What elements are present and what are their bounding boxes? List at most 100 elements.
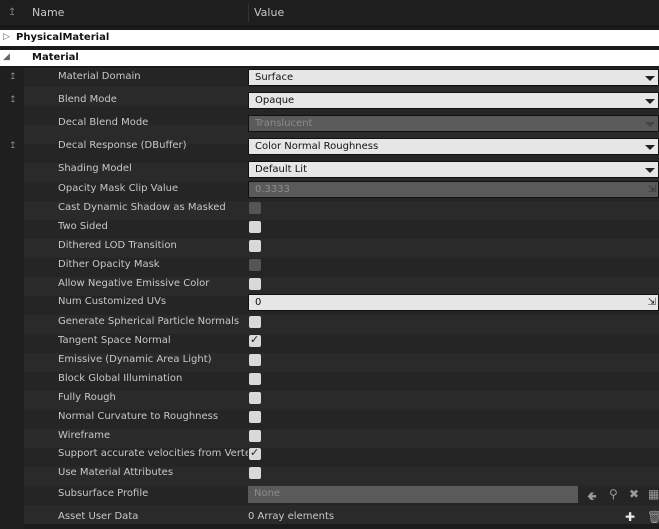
chevron-down-icon <box>645 76 655 81</box>
row-blend-mode: ↥ Blend Mode Opaque <box>0 91 659 110</box>
shading-model-dropdown[interactable]: Default Lit <box>248 161 659 178</box>
row-wireframe: Wireframe <box>0 427 659 446</box>
use-material-attributes-checkbox[interactable] <box>249 467 261 479</box>
row-asset-user-data: Asset User Data 0 Array elements ✚ 🗑 <box>0 508 659 527</box>
row-support-velocities: Support accurate velocities from Vertex … <box>0 445 659 464</box>
property-label: Block Global Illumination <box>58 373 183 384</box>
dropdown-value: Translucent <box>255 118 313 129</box>
property-label: Tangent Space Normal <box>58 335 171 346</box>
check-icon: ✓ <box>250 446 260 459</box>
cast-dynamic-shadow-checkbox <box>249 202 261 214</box>
property-label: Blend Mode <box>58 94 117 105</box>
blend-mode-dropdown[interactable]: Opaque <box>248 92 659 109</box>
wireframe-checkbox[interactable] <box>249 430 261 442</box>
property-label: Use Material Attributes <box>58 467 174 478</box>
support-velocities-checkbox[interactable]: ✓ <box>249 446 261 460</box>
row-fully-rough: Fully Rough <box>0 389 659 408</box>
property-label: Dither Opacity Mask <box>58 259 160 270</box>
details-header: ↥ Name Value <box>0 0 659 27</box>
value-column-header: Value <box>254 6 285 19</box>
chevron-down-icon <box>645 168 655 173</box>
grid-icon[interactable]: ▦ <box>648 487 659 501</box>
resize-grip-icon: ⇲ <box>647 297 656 308</box>
property-label: Wireframe <box>58 430 111 441</box>
property-label: Num Customized UVs <box>58 296 167 307</box>
chevron-down-icon <box>645 145 655 150</box>
row-tangent-space-normal: Tangent Space Normal ✓ <box>0 332 659 351</box>
property-label: Support accurate velocities from Vertex … <box>58 448 248 459</box>
allow-negative-emissive-checkbox[interactable] <box>249 278 261 290</box>
pin-icon[interactable]: ↥ <box>9 141 19 151</box>
property-label: Subsurface Profile <box>58 488 149 499</box>
asset-value: None <box>254 488 281 499</box>
row-shading-model: Shading Model Default Lit <box>0 160 659 179</box>
row-normal-curvature: Normal Curvature to Roughness <box>0 408 659 427</box>
property-label: Decal Response (DBuffer) <box>58 140 187 151</box>
property-label: Emissive (Dynamic Area Light) <box>58 354 212 365</box>
block-gi-checkbox[interactable] <box>249 373 261 385</box>
fully-rough-checkbox[interactable] <box>249 392 261 404</box>
material-domain-dropdown[interactable]: Surface <box>248 69 659 86</box>
tangent-space-normal-checkbox[interactable]: ✓ <box>249 333 261 347</box>
category-label: Material <box>32 52 79 63</box>
category-material[interactable]: ◢ Material <box>0 50 659 66</box>
property-label: Generate Spherical Particle Normals <box>58 316 240 327</box>
pin-icon[interactable]: ↥ <box>9 72 19 82</box>
chevron-down-icon <box>645 122 655 127</box>
array-count: 0 Array elements <box>248 511 335 522</box>
column-splitter[interactable] <box>248 4 249 22</box>
row-use-material-attributes: Use Material Attributes <box>0 464 659 483</box>
two-sided-checkbox[interactable] <box>249 221 261 233</box>
property-label: Decal Blend Mode <box>58 117 149 128</box>
row-dither-opacity: Dither Opacity Mask <box>0 256 659 275</box>
close-icon[interactable]: ✖ <box>629 487 639 501</box>
subsurface-profile-picker: None <box>248 486 578 503</box>
emissive-dynamic-checkbox[interactable] <box>249 354 261 366</box>
decal-response-dropdown[interactable]: Color Normal Roughness <box>248 138 659 155</box>
row-subsurface-profile: Subsurface Profile None 🢀 ⚲ ✖ ▦ <box>0 485 659 504</box>
property-label: Asset User Data <box>58 511 139 522</box>
property-label: Two Sided <box>58 221 108 232</box>
generate-spherical-checkbox[interactable] <box>249 316 261 328</box>
field-value: 0 <box>255 297 262 308</box>
row-generate-spherical: Generate Spherical Particle Normals <box>0 313 659 332</box>
opacity-mask-clip-field: 0.3333 ⇲ <box>248 181 659 198</box>
property-label: Dithered LOD Transition <box>58 240 177 251</box>
field-value: 0.3333 <box>255 184 290 195</box>
row-two-sided: Two Sided <box>0 218 659 237</box>
name-column-header: Name <box>32 6 65 19</box>
pin-icon[interactable]: ↥ <box>9 95 19 105</box>
plus-icon[interactable]: ✚ <box>625 510 635 524</box>
property-label: Opacity Mask Clip Value <box>58 183 179 194</box>
dropdown-value: Default Lit <box>255 164 307 175</box>
row-decal-response: ↥ Decal Response (DBuffer) Color Normal … <box>0 137 659 156</box>
search-icon[interactable]: ⚲ <box>609 487 618 501</box>
num-customized-uvs-field[interactable]: 0 ⇲ <box>248 294 659 311</box>
row-emissive-dynamic: Emissive (Dynamic Area Light) <box>0 351 659 370</box>
arrow-left-icon[interactable]: 🢀 <box>587 487 597 508</box>
dropdown-value: Surface <box>255 72 294 83</box>
expand-arrow-icon[interactable]: ▷ <box>3 32 13 42</box>
normal-curvature-checkbox[interactable] <box>249 411 261 423</box>
resize-grip-icon: ⇲ <box>647 184 656 195</box>
chevron-down-icon <box>645 99 655 104</box>
dropdown-value: Opaque <box>255 95 295 106</box>
property-label: Cast Dynamic Shadow as Masked <box>58 202 226 213</box>
dithered-lod-checkbox[interactable] <box>249 240 261 252</box>
property-label: Normal Curvature to Roughness <box>58 411 219 422</box>
property-label: Shading Model <box>58 163 132 174</box>
check-icon: ✓ <box>250 333 260 346</box>
dropdown-value: Color Normal Roughness <box>255 141 379 152</box>
row-decal-blend-mode: Decal Blend Mode Translucent <box>0 114 659 133</box>
property-label: Material Domain <box>58 71 141 82</box>
row-allow-negative-emissive: Allow Negative Emissive Color <box>0 275 659 294</box>
decal-blend-mode-dropdown: Translucent <box>248 115 659 132</box>
row-cast-dynamic-shadow: Cast Dynamic Shadow as Masked <box>0 199 659 218</box>
dither-opacity-checkbox <box>249 259 261 271</box>
trash-icon[interactable]: 🗑 <box>647 510 659 524</box>
row-opacity-mask-clip: Opacity Mask Clip Value 0.3333 ⇲ <box>0 180 659 199</box>
row-num-customized-uvs: Num Customized UVs 0 ⇲ <box>0 293 659 312</box>
category-physical-material[interactable]: ▷ PhysicalMaterial <box>0 30 659 46</box>
row-material-domain: ↥ Material Domain Surface <box>0 68 659 87</box>
collapse-arrow-icon[interactable]: ◢ <box>3 52 13 62</box>
